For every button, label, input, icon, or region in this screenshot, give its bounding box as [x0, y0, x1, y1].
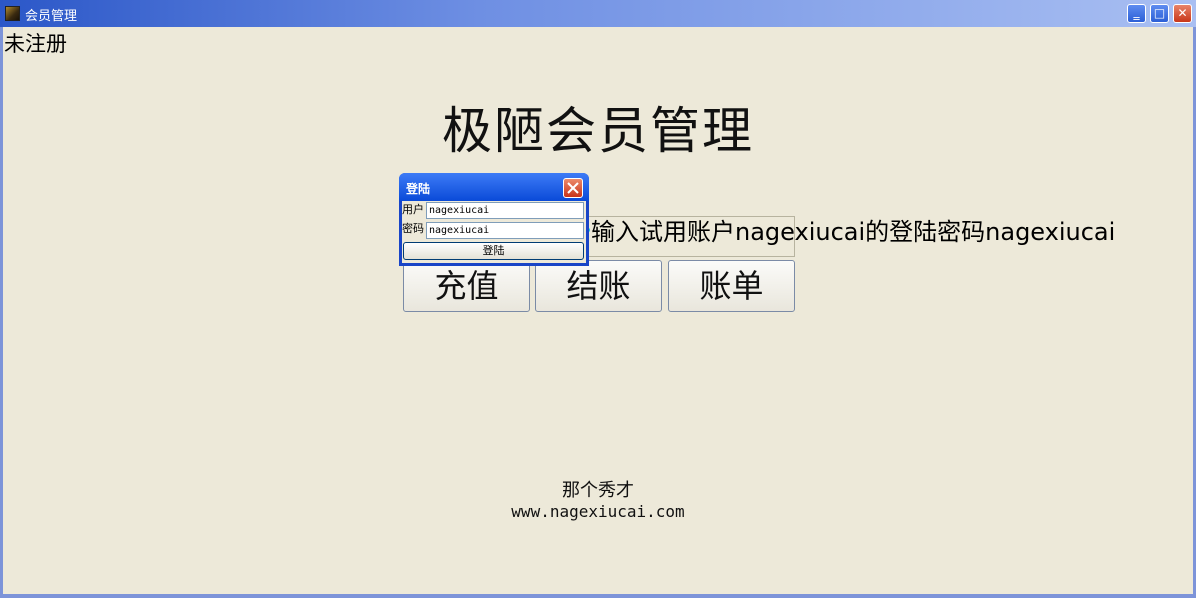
- annotation-arrow: [502, 223, 591, 240]
- login-titlebar[interactable]: 登陆: [399, 173, 589, 201]
- minimize-button[interactable]: ‗: [1127, 4, 1146, 23]
- main-panel: 未注册 极陋会员管理 输入试用账户nagexiucai的登陆密码nagexiuc…: [3, 27, 1193, 594]
- login-close-button[interactable]: [563, 178, 583, 198]
- username-label: 用户: [402, 203, 424, 216]
- app-window: 会员管理 ‗ □ ✕ 未注册 极陋会员管理 输入试用账户nagexiucai的登…: [0, 0, 1196, 598]
- window-titlebar[interactable]: 会员管理 ‗ □ ✕: [0, 0, 1196, 27]
- login-submit-button[interactable]: 登陆: [403, 242, 584, 260]
- username-field[interactable]: nagexiucai: [426, 202, 584, 219]
- password-label: 密码: [402, 222, 424, 235]
- login-dialog: 登陆 用户 nagexiucai 密码 nagexiucai 登陆: [399, 173, 589, 266]
- app-icon: [5, 6, 20, 21]
- close-icon: [567, 182, 579, 194]
- login-title: 登陆: [406, 182, 431, 196]
- maximize-button[interactable]: □: [1150, 4, 1169, 23]
- password-field[interactable]: nagexiucai: [426, 222, 584, 239]
- window-title: 会员管理: [25, 9, 78, 24]
- close-button[interactable]: ✕: [1173, 4, 1192, 23]
- login-form: 用户 nagexiucai 密码 nagexiucai 登陆: [402, 201, 586, 263]
